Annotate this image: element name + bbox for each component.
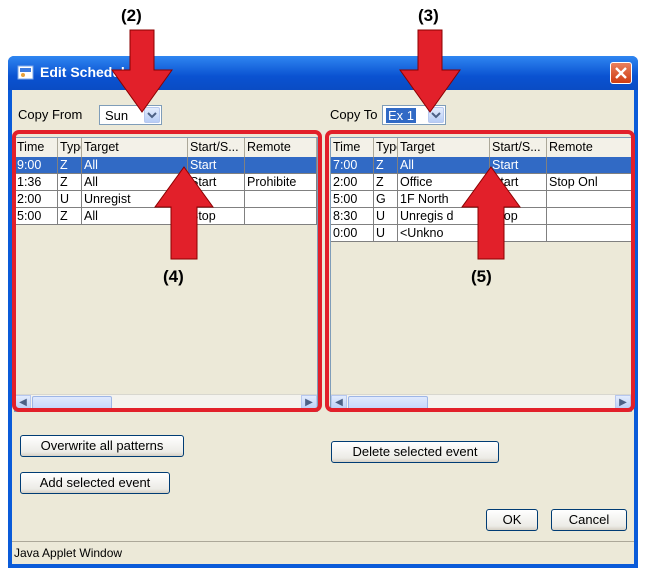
arrow-down-copy-to [399, 29, 461, 113]
java-app-icon [17, 65, 34, 80]
status-bar: Java Applet Window [12, 541, 634, 564]
callout-4: (4) [163, 267, 184, 286]
copy-from-label: Copy From [18, 107, 83, 122]
status-text: Java Applet Window [14, 546, 123, 560]
ok-button[interactable]: OK [486, 509, 538, 531]
close-icon [615, 67, 627, 79]
add-selected-event-button[interactable]: Add selected event [20, 472, 170, 494]
overwrite-all-patterns-button[interactable]: Overwrite all patterns [20, 435, 184, 457]
callout-2: (2) [121, 6, 142, 25]
copy-to-label: Copy To [330, 107, 378, 122]
arrow-up-left-table [154, 166, 214, 260]
close-button[interactable] [610, 62, 632, 84]
callout-3: (3) [418, 6, 439, 25]
arrow-down-copy-from [111, 29, 173, 113]
callout-5: (5) [471, 267, 492, 286]
delete-selected-event-button[interactable]: Delete selected event [331, 441, 499, 463]
arrow-up-right-table [461, 166, 521, 260]
cancel-button[interactable]: Cancel [551, 509, 627, 531]
title-bar[interactable]: Edit Schedule [8, 56, 638, 90]
